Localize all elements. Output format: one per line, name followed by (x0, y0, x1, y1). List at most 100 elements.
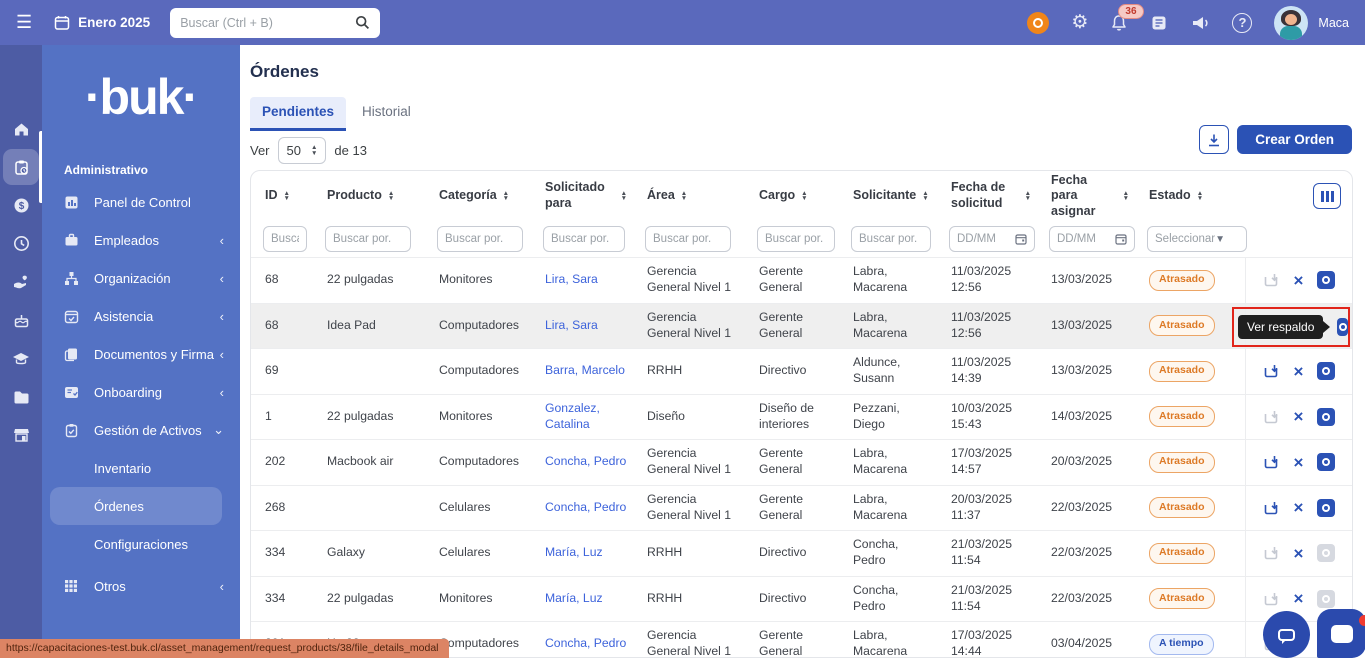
search-input[interactable] (180, 15, 356, 30)
assign-icon[interactable] (1263, 500, 1280, 516)
filter-estado-select[interactable]: Seleccionar ▼ (1147, 226, 1247, 252)
filter-solicitado-input[interactable] (543, 226, 625, 252)
cancel-icon[interactable]: × (1294, 499, 1304, 516)
sort-icon[interactable]: ▲ ▼ (388, 190, 394, 202)
sort-icon[interactable]: ▲ ▼ (681, 190, 687, 202)
columns-picker-button[interactable] (1313, 183, 1341, 209)
employee-link[interactable]: Concha, Pedro (545, 454, 626, 468)
sidebar-item-organizacion[interactable]: Organización ‹ (42, 259, 240, 297)
view-backup-icon[interactable] (1317, 498, 1336, 517)
sidebar-item-onboarding[interactable]: Onboarding ‹ (42, 373, 240, 411)
help-icon[interactable]: ? (1232, 12, 1253, 33)
cancel-icon[interactable]: × (1294, 408, 1304, 425)
assign-icon[interactable] (1263, 545, 1280, 561)
column-header[interactable]: Área ▲ ▼ (633, 188, 745, 204)
sidebar-item-gestion-de-activos[interactable]: Gestión de Activos ⌄ (42, 411, 240, 449)
news-icon[interactable] (1150, 14, 1168, 32)
period-selector[interactable]: Enero 2025 (54, 15, 150, 31)
sort-icon[interactable]: ▲ ▼ (922, 190, 928, 202)
cancel-icon[interactable]: × (1294, 545, 1304, 562)
view-backup-icon[interactable] (1317, 544, 1336, 563)
assign-icon[interactable] (1263, 454, 1280, 470)
settings-gear-icon[interactable]: ⚙ (1071, 11, 1088, 34)
filter-cargo-input[interactable] (757, 226, 835, 252)
asset-management-icon[interactable] (3, 131, 42, 203)
notifications-bell[interactable]: 36 (1110, 3, 1144, 32)
page-size-select[interactable]: 50 ▲ ▼ (277, 137, 327, 164)
sidebar-subitem-configuraciones[interactable]: Configuraciones (42, 525, 240, 563)
home-icon[interactable] (3, 111, 39, 147)
search-icon[interactable] (355, 15, 370, 30)
create-order-button[interactable]: Crear Orden (1237, 125, 1352, 154)
chat-widget-button[interactable] (1317, 609, 1365, 658)
employee-link[interactable]: Lira, Sara (545, 272, 598, 286)
assign-icon[interactable] (1263, 409, 1280, 425)
megaphone-icon[interactable] (1190, 14, 1210, 32)
sidebar-subitem-ordenes[interactable]: Órdenes (50, 487, 222, 525)
tab-historial[interactable]: Historial (350, 97, 423, 131)
education-icon[interactable] (3, 341, 39, 377)
column-header[interactable]: Categoría ▲ ▼ (425, 188, 531, 204)
folder-icon[interactable] (3, 379, 39, 415)
column-header[interactable]: Solicitado para ▲ ▼ (531, 180, 633, 211)
view-backup-icon[interactable] (1317, 589, 1336, 608)
export-button[interactable] (1199, 125, 1230, 154)
chat-bubble-button[interactable] (1263, 611, 1310, 658)
view-backup-icon[interactable] (1337, 317, 1348, 336)
column-header[interactable]: ID ▲ ▼ (251, 188, 313, 204)
celebrations-icon[interactable] (3, 302, 39, 338)
employee-link[interactable]: Gonzalez, Catalina (545, 401, 600, 431)
view-backup-icon[interactable] (1317, 453, 1336, 472)
assign-icon[interactable] (1263, 363, 1280, 379)
sidebar-item-otros[interactable]: Otros ‹ (42, 567, 240, 605)
view-backup-icon[interactable] (1317, 362, 1336, 381)
filter-categoria-input[interactable] (437, 226, 523, 252)
sort-icon[interactable]: ▲ ▼ (621, 190, 627, 202)
cancel-icon[interactable]: × (1294, 590, 1304, 607)
sort-icon[interactable]: ▲ ▼ (1025, 190, 1031, 202)
column-header[interactable]: Solicitante ▲ ▼ (839, 188, 937, 204)
filter-solicitante-input[interactable] (851, 226, 931, 252)
sidebar-item-empleados[interactable]: Empleados ‹ (42, 221, 240, 259)
sidebar-item-documentos-y-firma[interactable]: Documentos y Firma ‹ (42, 335, 240, 373)
sidebar-item-asistencia[interactable]: Asistencia ‹ (42, 297, 240, 335)
employee-link[interactable]: María, Luz (545, 591, 603, 605)
column-header[interactable]: Fecha para asignar ▲ ▼ (1037, 173, 1135, 220)
hamburger-menu-icon[interactable]: ☰ (16, 12, 32, 33)
cancel-icon[interactable]: × (1294, 272, 1304, 289)
time-icon[interactable] (3, 225, 39, 261)
column-header[interactable]: Producto ▲ ▼ (313, 188, 425, 204)
assign-icon[interactable] (1263, 591, 1280, 607)
filter-fecha-asignar-date[interactable]: DD/MM (1049, 226, 1135, 252)
filter-producto-input[interactable] (325, 226, 411, 252)
user-avatar[interactable] (1274, 5, 1309, 40)
employee-link[interactable]: Concha, Pedro (545, 636, 626, 650)
employee-link[interactable]: Lira, Sara (545, 318, 598, 332)
filter-fecha-solicitud-date[interactable]: DD/MM (949, 226, 1035, 252)
sort-icon[interactable]: ▲ ▼ (284, 190, 290, 202)
view-backup-icon[interactable] (1317, 271, 1336, 290)
sidebar-item-panel-de-control[interactable]: Panel de Control (42, 183, 240, 221)
sort-icon[interactable]: ▲ ▼ (1123, 190, 1129, 202)
benefits-icon[interactable] (3, 264, 39, 300)
view-backup-icon[interactable] (1317, 407, 1336, 426)
assign-icon[interactable] (1263, 272, 1280, 288)
payroll-icon[interactable]: $ (3, 187, 39, 223)
filter-area-input[interactable] (645, 226, 731, 252)
support-icon[interactable] (1027, 11, 1050, 34)
employee-link[interactable]: Concha, Pedro (545, 500, 626, 514)
column-header[interactable]: Estado ▲ ▼ (1135, 188, 1245, 204)
store-icon[interactable] (3, 417, 39, 453)
sort-icon[interactable]: ▲ ▼ (1197, 190, 1203, 202)
sort-icon[interactable]: ▲ ▼ (801, 190, 807, 202)
column-header[interactable]: Fecha de solicitud ▲ ▼ (937, 180, 1037, 211)
employee-link[interactable]: Barra, Marcelo (545, 363, 625, 377)
sort-icon[interactable]: ▲ ▼ (503, 190, 509, 202)
filter-id-input[interactable] (263, 226, 307, 252)
cancel-icon[interactable]: × (1294, 363, 1304, 380)
column-header[interactable]: Cargo ▲ ▼ (745, 188, 839, 204)
cancel-icon[interactable]: × (1294, 454, 1304, 471)
sidebar-subitem-inventario[interactable]: Inventario (42, 449, 240, 487)
employee-link[interactable]: María, Luz (545, 545, 603, 559)
tab-pendientes[interactable]: Pendientes (250, 97, 347, 131)
